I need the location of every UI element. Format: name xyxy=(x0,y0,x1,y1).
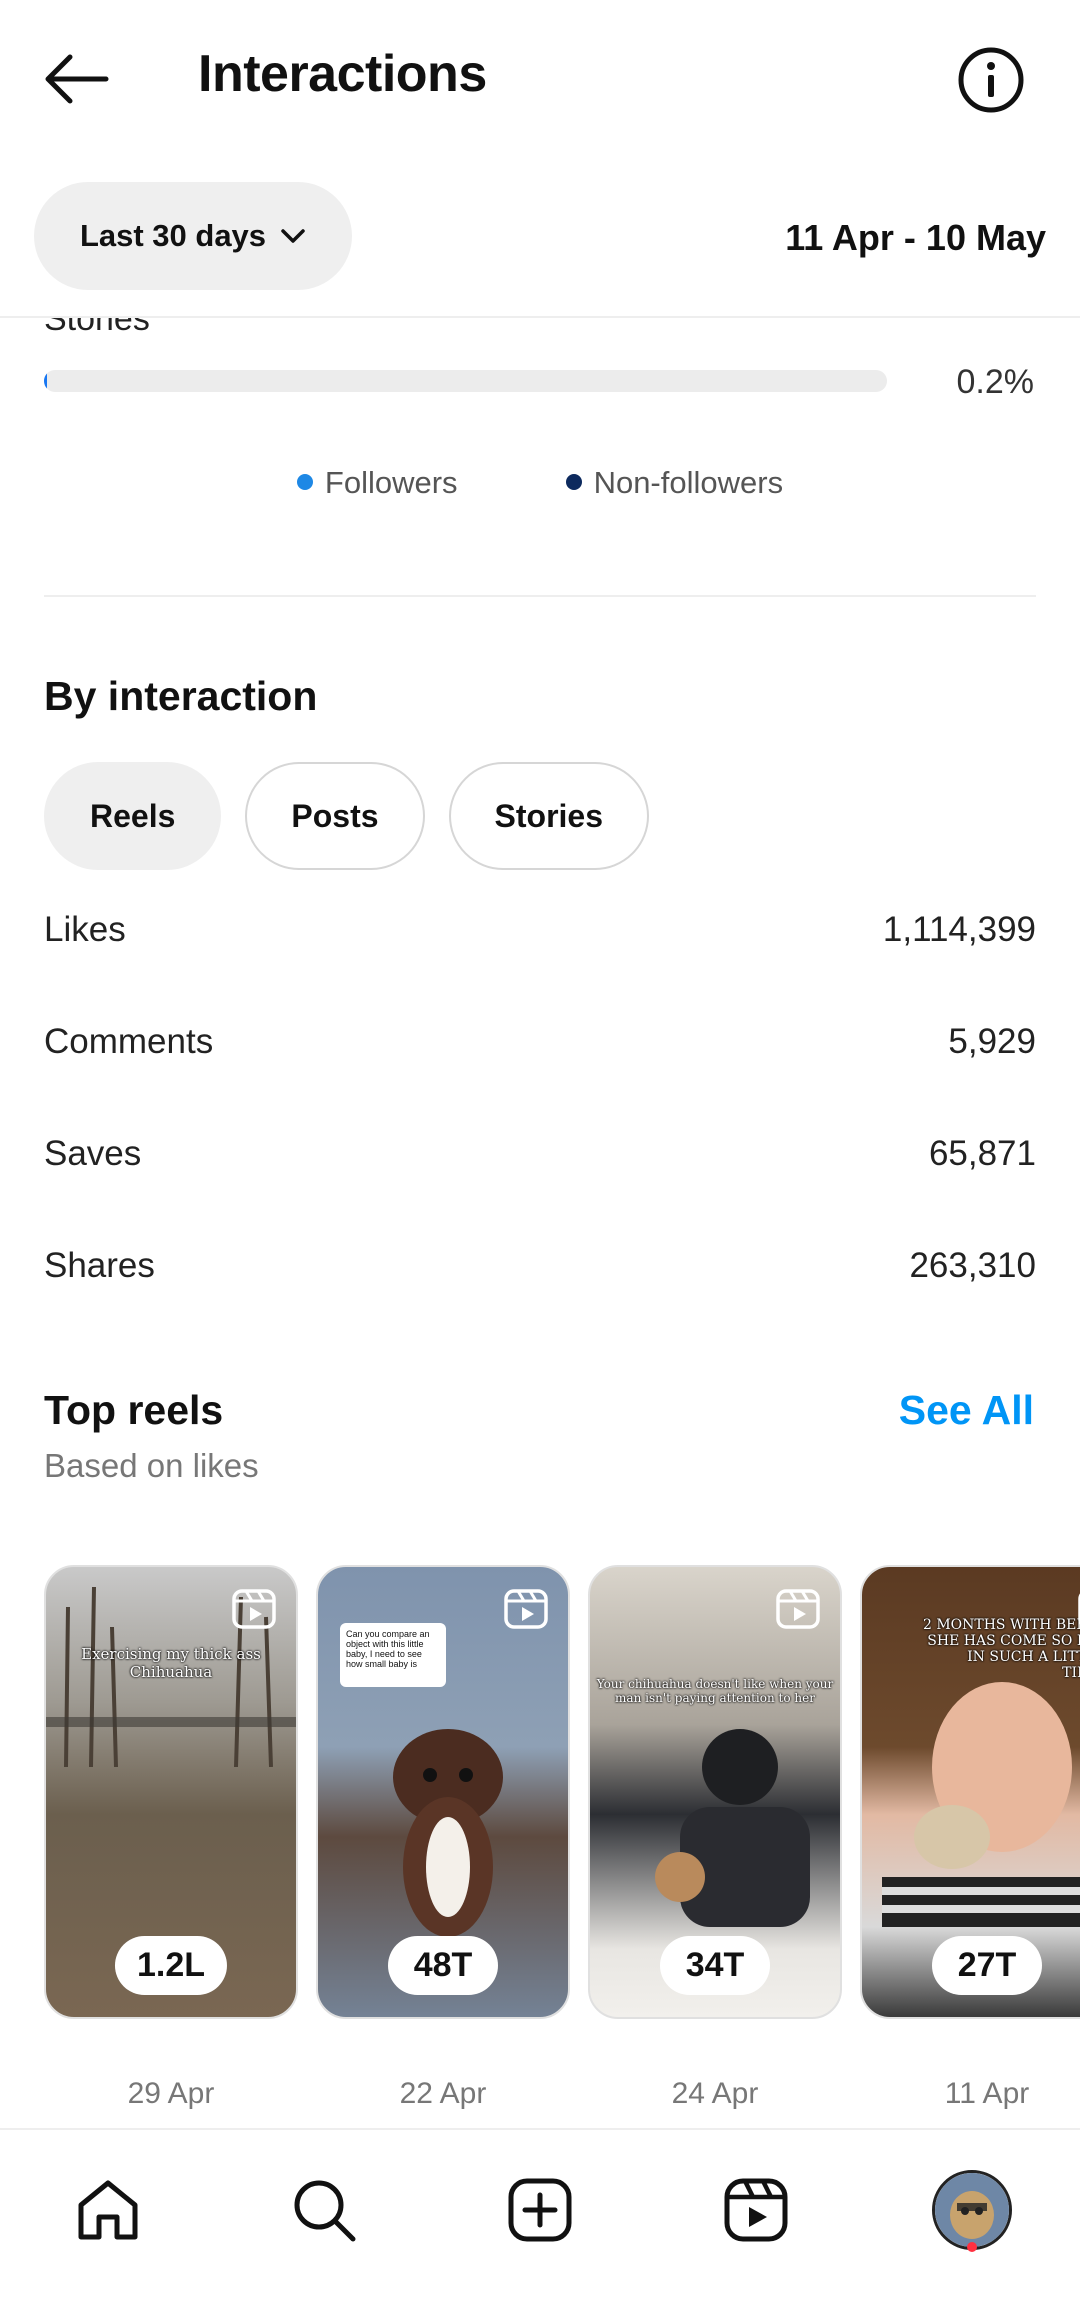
top-reels-title: Top reels xyxy=(44,1387,224,1433)
reel-like-count: 48T xyxy=(388,1936,498,1995)
arrow-left-icon xyxy=(45,54,109,104)
tab-reels[interactable]: Reels xyxy=(44,762,222,870)
followers-dot xyxy=(296,473,313,490)
metric-row-likes: Likes 1,114,399 xyxy=(44,910,1036,950)
metric-row-shares: Shares 263,310 xyxy=(44,1246,1036,1286)
metric-label: Shares xyxy=(44,1246,155,1285)
audience-legend: Followers Non-followers xyxy=(0,465,1080,501)
divider xyxy=(0,316,1080,318)
info-icon xyxy=(958,47,1024,113)
top-reels-carousel[interactable]: Exercising my thick ass Chihuahua 1.2L C… xyxy=(44,1565,1080,2035)
nav-home[interactable] xyxy=(63,2165,153,2255)
reel-thumbnail-2[interactable]: Can you compare an object with this litt… xyxy=(316,1565,570,2019)
reel-thumbnail-1[interactable]: Exercising my thick ass Chihuahua 1.2L xyxy=(44,1565,298,2019)
interaction-tabs: Reels Posts Stories xyxy=(44,762,650,870)
person-puppy-graphic xyxy=(882,1682,1080,1927)
avatar-image xyxy=(935,2173,1009,2247)
reel-thumbnail-4[interactable]: 2 MONTHS WITH BELLY. SHE HAS COME SO FAR… xyxy=(860,1565,1080,2019)
create-icon xyxy=(508,2178,572,2242)
legend-followers-label: Followers xyxy=(324,465,458,500)
reels-icon xyxy=(232,1589,276,1629)
by-interaction-title: By interaction xyxy=(44,673,318,719)
stories-percent: 0.2% xyxy=(956,363,1035,401)
notification-dot xyxy=(967,2242,977,2252)
metric-label: Saves xyxy=(44,1134,142,1173)
legend-followers: Followers xyxy=(296,465,458,501)
legend-non-followers: Non-followers xyxy=(565,465,784,501)
reels-icon xyxy=(776,1589,820,1629)
reel-like-count: 34T xyxy=(660,1936,770,1995)
metric-value: 65,871 xyxy=(928,1134,1036,1173)
home-icon xyxy=(78,2180,138,2240)
legend-non-followers-label: Non-followers xyxy=(593,465,784,500)
top-reels-subtitle: Based on likes xyxy=(44,1447,259,1484)
reel-caption: 2 MONTHS WITH BELLY. SHE HAS COME SO FAR… xyxy=(922,1617,1080,1681)
stories-progress-bar xyxy=(44,370,887,392)
reel-date: 29 Apr xyxy=(127,2077,215,2110)
nav-reels[interactable] xyxy=(711,2165,801,2255)
reel-date: 11 Apr xyxy=(944,2077,1030,2110)
reel-caption: Exercising my thick ass Chihuahua xyxy=(81,1645,261,1681)
reels-icon xyxy=(724,2178,788,2242)
top-bar: Interactions xyxy=(0,0,1080,160)
reel-date: 22 Apr xyxy=(399,2077,487,2110)
see-all-link[interactable]: See All xyxy=(899,1387,1034,1434)
metric-value: 1,114,399 xyxy=(882,910,1036,949)
metric-row-saves: Saves 65,871 xyxy=(44,1134,1036,1174)
nav-create[interactable] xyxy=(495,2165,585,2255)
reel-thumbnail-3[interactable]: Your chihuahua doesn't like when your ma… xyxy=(588,1565,842,2019)
reel-date: 24 Apr xyxy=(671,2077,759,2110)
non-followers-dot xyxy=(565,473,582,490)
reel-caption: Can you compare an object with this litt… xyxy=(340,1623,446,1687)
metric-label: Comments xyxy=(44,1022,214,1061)
date-range-label: Last 30 days xyxy=(79,218,267,253)
dog-graphic xyxy=(393,1729,503,1937)
back-button[interactable] xyxy=(40,50,112,108)
metric-value: 5,929 xyxy=(948,1022,1036,1061)
metric-row-comments: Comments 5,929 xyxy=(44,1022,1036,1062)
stories-progress-fill xyxy=(44,370,47,392)
reel-like-count: 27T xyxy=(932,1936,1042,1995)
tab-stories[interactable]: Stories xyxy=(448,762,650,870)
date-range-dropdown[interactable]: Last 30 days xyxy=(34,182,352,290)
person-graphic xyxy=(655,1729,810,1927)
filter-row: Last 30 days 11 Apr - 10 May xyxy=(0,170,1080,310)
tab-posts[interactable]: Posts xyxy=(245,762,425,870)
bottom-navigation xyxy=(0,2128,1080,2310)
reels-icon xyxy=(504,1589,548,1629)
metric-label: Likes xyxy=(44,910,126,949)
chevron-down-icon xyxy=(281,229,305,243)
date-range-text: 11 Apr - 10 May xyxy=(785,217,1046,258)
info-button[interactable] xyxy=(955,44,1027,116)
nav-search[interactable] xyxy=(279,2165,369,2255)
reel-caption: Your chihuahua doesn't like when your ma… xyxy=(596,1677,834,1705)
profile-avatar xyxy=(932,2170,1012,2250)
search-icon xyxy=(294,2180,356,2242)
page-title: Interactions xyxy=(198,45,487,103)
divider xyxy=(44,595,1036,597)
metric-value: 263,310 xyxy=(909,1246,1036,1285)
reel-like-count: 1.2L xyxy=(114,1936,228,1995)
